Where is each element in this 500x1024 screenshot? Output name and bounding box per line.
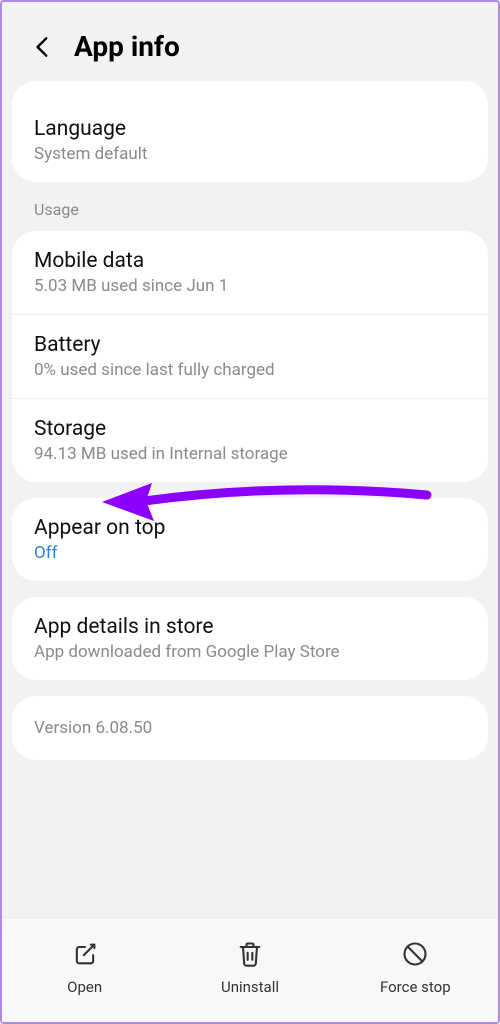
row-version: Version 6.08.50 (12, 696, 488, 760)
page-title: App info (74, 30, 180, 63)
row-language[interactable]: Language System default (12, 99, 488, 182)
action-label: Open (67, 978, 102, 996)
row-mobile-data[interactable]: Mobile data 5.03 MB used since Jun 1 (12, 231, 488, 315)
row-title: Appear on top (34, 516, 466, 540)
card-appear-on-top-section: Appear on top Off (12, 498, 488, 581)
row-app-details-in-store[interactable]: App details in store App downloaded from… (12, 597, 488, 680)
row-sub: 5.03 MB used since Jun 1 (34, 276, 466, 296)
row-status: Off (34, 543, 466, 563)
row-title: App details in store (34, 615, 466, 639)
previous-row-cutoff: . (12, 81, 488, 99)
trash-icon (236, 940, 264, 968)
action-label: Uninstall (221, 978, 279, 996)
row-sub: 0% used since last fully charged (34, 360, 466, 380)
action-label: Force stop (380, 978, 451, 996)
section-label-usage: Usage (12, 198, 488, 231)
row-title: Storage (34, 417, 466, 441)
card-language-section: . Language System default (12, 81, 488, 182)
row-sub: App downloaded from Google Play Store (34, 642, 466, 662)
row-title: Battery (34, 333, 466, 357)
bottom-action-bar: Open Uninstall Force stop (2, 917, 498, 1022)
force-stop-button[interactable]: Force stop (333, 934, 498, 1002)
row-battery[interactable]: Battery 0% used since last fully charged (12, 315, 488, 399)
row-sub: 94.13 MB used in Internal storage (34, 444, 466, 464)
card-version-section: Version 6.08.50 (12, 696, 488, 760)
open-button[interactable]: Open (2, 934, 167, 1002)
card-usage-section: Mobile data 5.03 MB used since Jun 1 Bat… (12, 231, 488, 482)
row-title: Language (34, 117, 466, 141)
card-app-details-section: App details in store App downloaded from… (12, 597, 488, 680)
open-external-icon (71, 940, 99, 968)
row-title: Mobile data (34, 249, 466, 273)
header: App info (12, 12, 488, 81)
row-appear-on-top[interactable]: Appear on top Off (12, 498, 488, 581)
uninstall-button[interactable]: Uninstall (167, 934, 332, 1002)
prohibited-icon (401, 940, 429, 968)
back-icon[interactable] (30, 34, 56, 60)
row-sub: System default (34, 144, 466, 164)
row-storage[interactable]: Storage 94.13 MB used in Internal storag… (12, 399, 488, 482)
